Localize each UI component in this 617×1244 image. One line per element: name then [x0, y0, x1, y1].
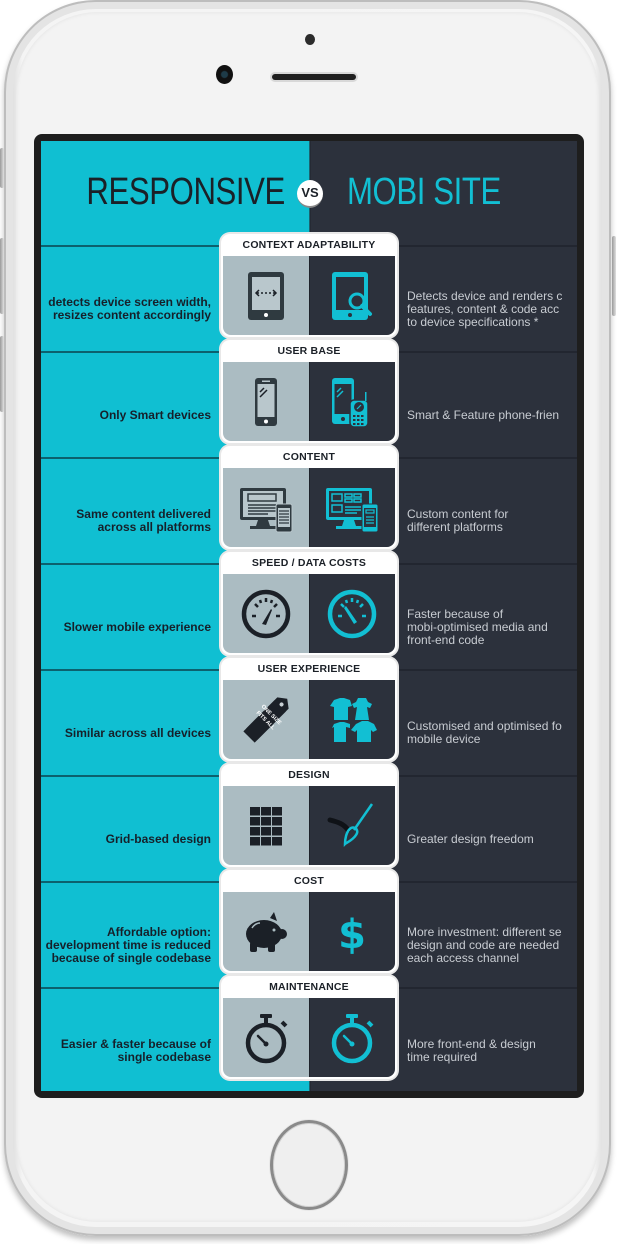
- mobi-description: More investment: different se design and…: [407, 924, 562, 965]
- mobi-description: Customised and optimised fo mobile devic…: [407, 719, 562, 746]
- card-icons: [223, 468, 395, 547]
- piggy-bank-icon: [245, 911, 287, 952]
- infographic-header: RESPONSIVE VS MOBI SITE: [41, 141, 577, 241]
- category-card: MAINTENANCE: [221, 976, 397, 1079]
- responsive-icon-panel: [223, 998, 309, 1077]
- tablet-resize-icon: [247, 271, 284, 320]
- category-title: USER BASE: [277, 345, 341, 357]
- paintbrush-icon: [327, 802, 374, 847]
- grid-icon: [249, 806, 282, 845]
- category-title: SPEED / DATA COSTS: [251, 557, 367, 569]
- card-icons: [223, 574, 395, 653]
- responsive-icon-panel: [223, 468, 309, 547]
- responsive-description: Slower mobile experience: [63, 619, 211, 634]
- comparison-row-cost: Affordable option: development time is r…: [41, 870, 577, 987]
- card-icons: [223, 256, 395, 335]
- shirts-icon: [330, 697, 378, 742]
- responsive-icon-panel: [223, 892, 309, 971]
- mobi-description: Custom content for different platforms: [407, 507, 509, 534]
- mobi-icon-panel: [308, 468, 395, 547]
- volume-up-button[interactable]: [0, 238, 4, 314]
- mobi-description: Detects device and renders c features, c…: [407, 288, 563, 329]
- comparison-row-context-adaptability: detects device screen width, resizes con…: [41, 234, 577, 351]
- mobi-description: Greater design freedom: [407, 831, 534, 846]
- vs-badge: VS: [297, 180, 323, 208]
- mobi-site-title: MOBI SITE: [347, 171, 501, 213]
- responsive-description: Only Smart devices: [99, 407, 211, 422]
- mobi-description: More front-end & design time required: [407, 1037, 536, 1064]
- card-icons: ONE SIZE FITS ALL: [223, 680, 395, 759]
- category-title: COST: [294, 875, 324, 887]
- mobi-icon-panel: [308, 680, 395, 759]
- comparison-row-content: Same content delivered across all platfo…: [41, 446, 577, 563]
- comparison-row-speed-data-costs: Slower mobile experience Faster because …: [41, 552, 577, 669]
- mobi-icon-panel: [308, 256, 395, 335]
- category-card: COST $: [221, 870, 397, 973]
- mobi-icon-panel: [308, 786, 395, 865]
- mobi-icon-panel: [308, 998, 395, 1077]
- category-card: DESIGN: [221, 764, 397, 867]
- responsive-description: Similar across all devices: [64, 725, 211, 740]
- responsive-icon-panel: [223, 256, 309, 335]
- category-card: USER EXPERIENCE ONE SIZE FITS ALL: [221, 658, 397, 761]
- svg-text:$: $: [338, 912, 366, 958]
- category-card: USER BASE: [221, 340, 397, 443]
- card-icons: [223, 786, 395, 865]
- mobi-icon-panel: [308, 362, 395, 441]
- stopwatch-icon: [245, 1013, 288, 1063]
- power-button[interactable]: [612, 236, 616, 316]
- responsive-description: Easier & faster because of single codeba…: [60, 1037, 211, 1064]
- volume-down-button[interactable]: [0, 336, 4, 412]
- category-card: CONTENT: [221, 446, 397, 549]
- category-card: CONTEXT ADAPTABILITY: [221, 234, 397, 337]
- one-size-fits-all-tag-icon: ONE SIZEFITS ALL: [243, 696, 289, 743]
- comparison-row-maintenance: Easier & faster because of single codeba…: [41, 976, 577, 1091]
- responsive-description: Grid-based design: [105, 831, 211, 846]
- proximity-sensor: [305, 34, 315, 45]
- smartphone-icon: [254, 377, 277, 426]
- home-button[interactable]: [270, 1120, 348, 1210]
- responsive-description: detects device screen width, resizes con…: [48, 295, 211, 322]
- comparison-row-user-base: Only Smart devices Smart & Feature phone…: [41, 340, 577, 457]
- card-icons: [223, 362, 395, 441]
- mobi-description: Smart & Feature phone-frien: [407, 407, 560, 422]
- responsive-description: Affordable option: development time is r…: [45, 924, 211, 965]
- category-title: CONTENT: [282, 451, 336, 463]
- responsive-icon-panel: [223, 362, 309, 441]
- responsive-icon-panel: [223, 574, 309, 653]
- speedometer-fast-icon: [328, 589, 377, 638]
- category-card: SPEED / DATA COSTS: [221, 552, 397, 655]
- front-camera: [216, 65, 233, 84]
- dollar-icon: $: [338, 912, 366, 958]
- comparison-row-design: Grid-based design Greater design freedom…: [41, 764, 577, 881]
- phone-screen: RESPONSIVE VS MOBI SITE detects device s…: [34, 134, 584, 1098]
- mobi-icon-panel: $: [308, 892, 395, 971]
- responsive-title: RESPONSIVE: [86, 171, 285, 213]
- card-icons: $: [223, 892, 395, 971]
- stopwatch-icon: [332, 1013, 374, 1063]
- card-icons: [223, 998, 395, 1077]
- category-title: DESIGN: [288, 769, 330, 781]
- responsive-icon-panel: ONE SIZE FITS ALL: [223, 680, 309, 759]
- mute-switch[interactable]: [0, 148, 4, 188]
- earpiece-speaker: [272, 74, 356, 80]
- responsive-description: Same content delivered across all platfo…: [76, 507, 211, 534]
- category-title: CONTEXT ADAPTABILITY: [242, 239, 376, 251]
- smartphone-feature-phone-icon: [332, 377, 369, 428]
- tablet-search-icon: [332, 271, 373, 320]
- comparison-row-user-experience: Similar across all devices Customised an…: [41, 658, 577, 775]
- desktop-mobile-same-content-icon: [239, 487, 293, 532]
- responsive-icon-panel: [223, 786, 309, 865]
- speedometer-slow-icon: [241, 589, 290, 638]
- infographic: RESPONSIVE VS MOBI SITE detects device s…: [41, 141, 577, 1091]
- mobi-description: Faster because of mobi-optimised media a…: [407, 606, 548, 647]
- desktop-mobile-custom-content-icon: [326, 487, 379, 532]
- category-title: USER EXPERIENCE: [257, 663, 361, 675]
- mobi-icon-panel: [308, 574, 395, 653]
- category-title: MAINTENANCE: [269, 981, 349, 993]
